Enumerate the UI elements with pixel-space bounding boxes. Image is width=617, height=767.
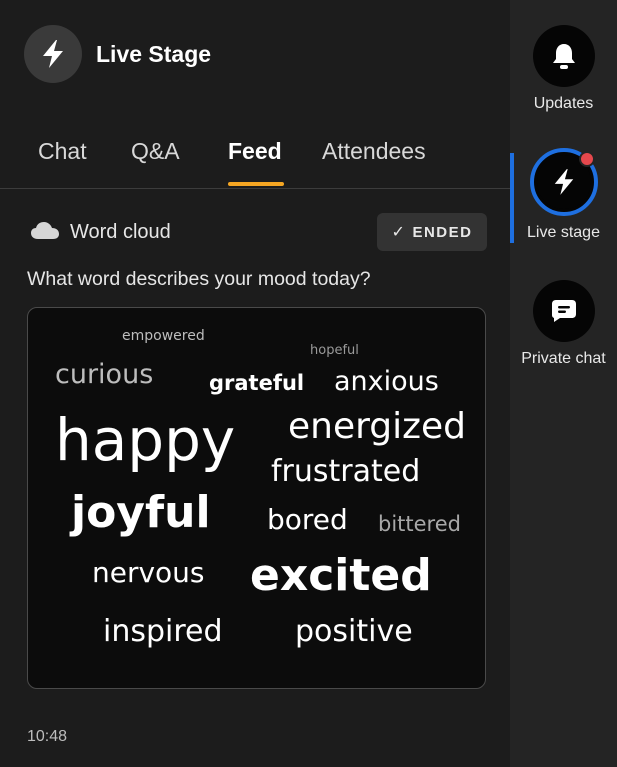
- rail-item-live-stage[interactable]: Live stage: [510, 148, 617, 242]
- tab-qa[interactable]: Q&A: [131, 138, 180, 165]
- active-tab-indicator: [228, 182, 284, 186]
- check-icon: ✓: [391, 224, 407, 241]
- notification-dot: [578, 151, 595, 167]
- right-rail: [510, 0, 617, 767]
- app-window: Live Stage Chat Q&A Feed Attendees Word …: [0, 0, 617, 767]
- word-cloud-word: bored: [267, 503, 348, 536]
- panel-title: Live Stage: [96, 40, 212, 67]
- word-cloud-label: Word cloud: [70, 221, 171, 243]
- word-cloud-word: happy: [55, 406, 236, 474]
- cloud-icon: [30, 220, 60, 245]
- word-cloud-word: inspired: [103, 614, 223, 649]
- lightning-icon: [529, 148, 598, 216]
- rail-label-live-stage: Live stage: [527, 224, 600, 241]
- timestamp: 10:48: [27, 728, 68, 745]
- tab-feed[interactable]: Feed: [228, 138, 282, 165]
- word-cloud-word: frustrated: [271, 454, 421, 489]
- word-cloud-word: positive: [295, 614, 413, 649]
- rail-label-private-chat: Private chat: [521, 350, 606, 367]
- tab-bar: Chat Q&A Feed Attendees: [0, 132, 510, 189]
- status-badge: ✓ ENDED: [377, 213, 487, 251]
- word-cloud-word: anxious: [334, 366, 439, 397]
- chat-bubble-icon: [532, 280, 595, 342]
- word-cloud-word: hopeful: [310, 343, 359, 358]
- word-cloud-header: Word cloud: [30, 220, 171, 245]
- rail-item-private-chat[interactable]: Private chat: [510, 280, 617, 368]
- tab-attendees[interactable]: Attendees: [322, 138, 426, 165]
- word-cloud-word: bittered: [378, 512, 461, 536]
- lightning-icon: [24, 25, 82, 83]
- word-cloud-word: energized: [288, 406, 467, 447]
- word-cloud: empowered hopeful curious grateful anxio…: [27, 307, 486, 689]
- live-stage-panel: Live Stage Chat Q&A Feed Attendees Word …: [0, 0, 510, 767]
- word-cloud-word: joyful: [71, 487, 211, 538]
- panel-header: Live Stage: [24, 25, 211, 83]
- poll-question: What word describes your mood today?: [27, 268, 371, 290]
- word-cloud-word: curious: [55, 359, 154, 390]
- bell-icon: [532, 25, 595, 87]
- rail-label-updates: Updates: [533, 95, 594, 112]
- word-cloud-word: excited: [250, 550, 432, 601]
- word-cloud-word: empowered: [122, 328, 205, 344]
- status-text: ENDED: [412, 223, 473, 241]
- rail-item-updates[interactable]: Updates: [510, 25, 617, 113]
- word-cloud-word: grateful: [209, 371, 305, 395]
- tab-chat[interactable]: Chat: [38, 138, 87, 165]
- word-cloud-word: nervous: [92, 556, 205, 589]
